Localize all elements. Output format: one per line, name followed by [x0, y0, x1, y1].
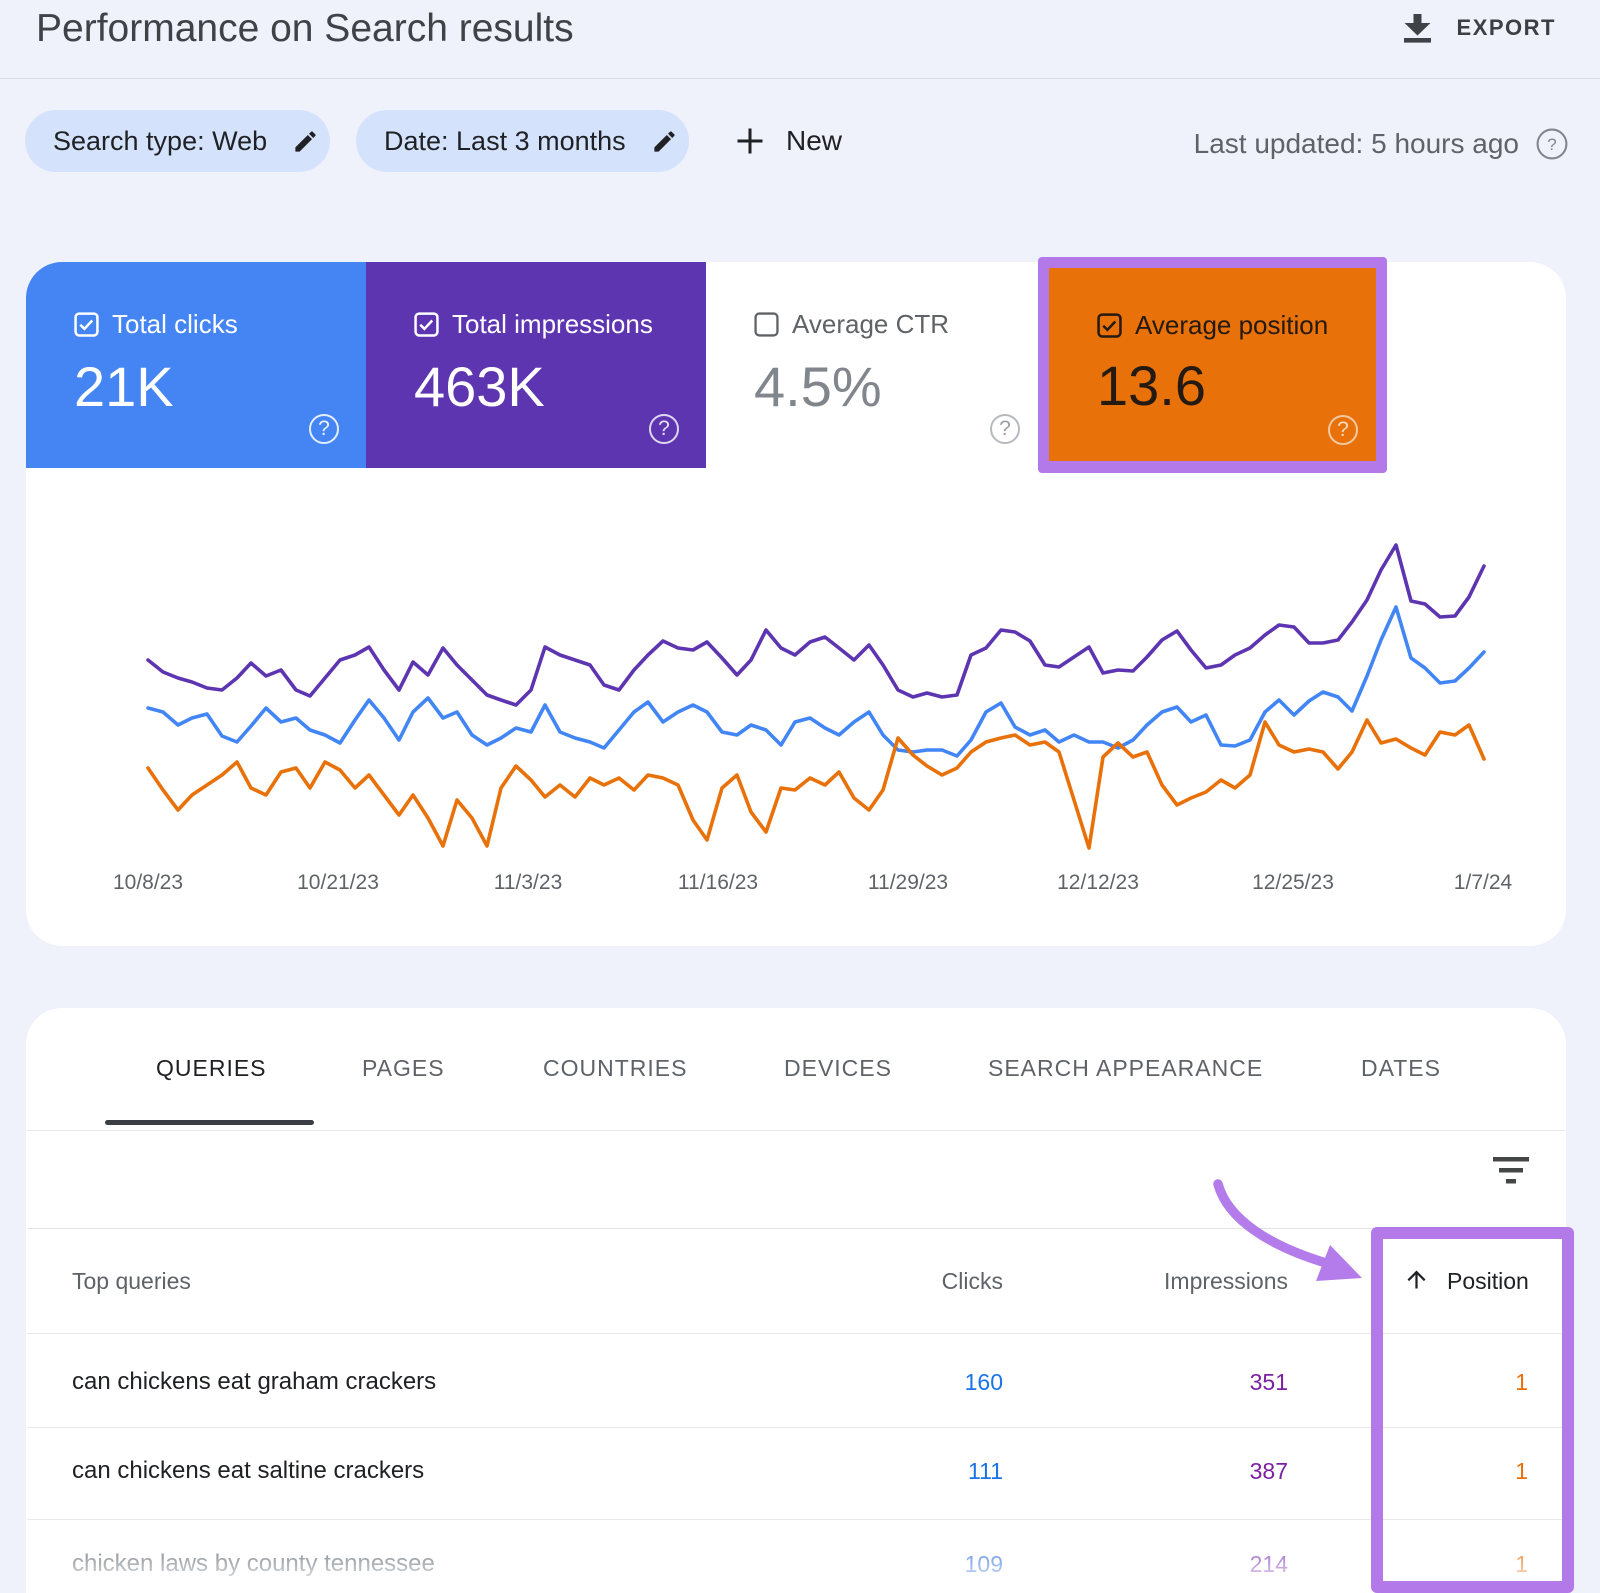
svg-text:?: ?	[1547, 135, 1556, 154]
